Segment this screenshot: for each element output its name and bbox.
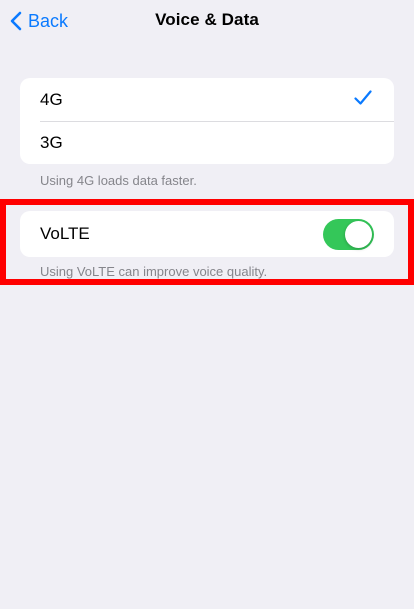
option-3g[interactable]: 3G [20, 121, 394, 164]
volte-footer-text: Using VoLTE can improve voice quality. [40, 264, 268, 279]
navigation-bar: Back Voice & Data [0, 0, 414, 42]
volte-toggle[interactable] [323, 219, 374, 250]
voice-data-screen: Back Voice & Data 4G 3G Using 4G loads d… [0, 0, 414, 609]
network-speed-card: 4G 3G [20, 78, 394, 164]
option-4g-label: 4G [40, 89, 63, 109]
option-3g-label: 3G [40, 132, 63, 152]
page-title: Voice & Data [155, 10, 259, 29]
checkmark-icon [354, 90, 372, 111]
option-4g[interactable]: 4G [20, 78, 394, 121]
volte-row: VoLTE [20, 211, 394, 257]
speed-footer-text: Using 4G loads data faster. [40, 173, 197, 188]
volte-label: VoLTE [40, 224, 90, 243]
volte-card: VoLTE [20, 211, 394, 257]
toggle-knob [345, 221, 372, 248]
